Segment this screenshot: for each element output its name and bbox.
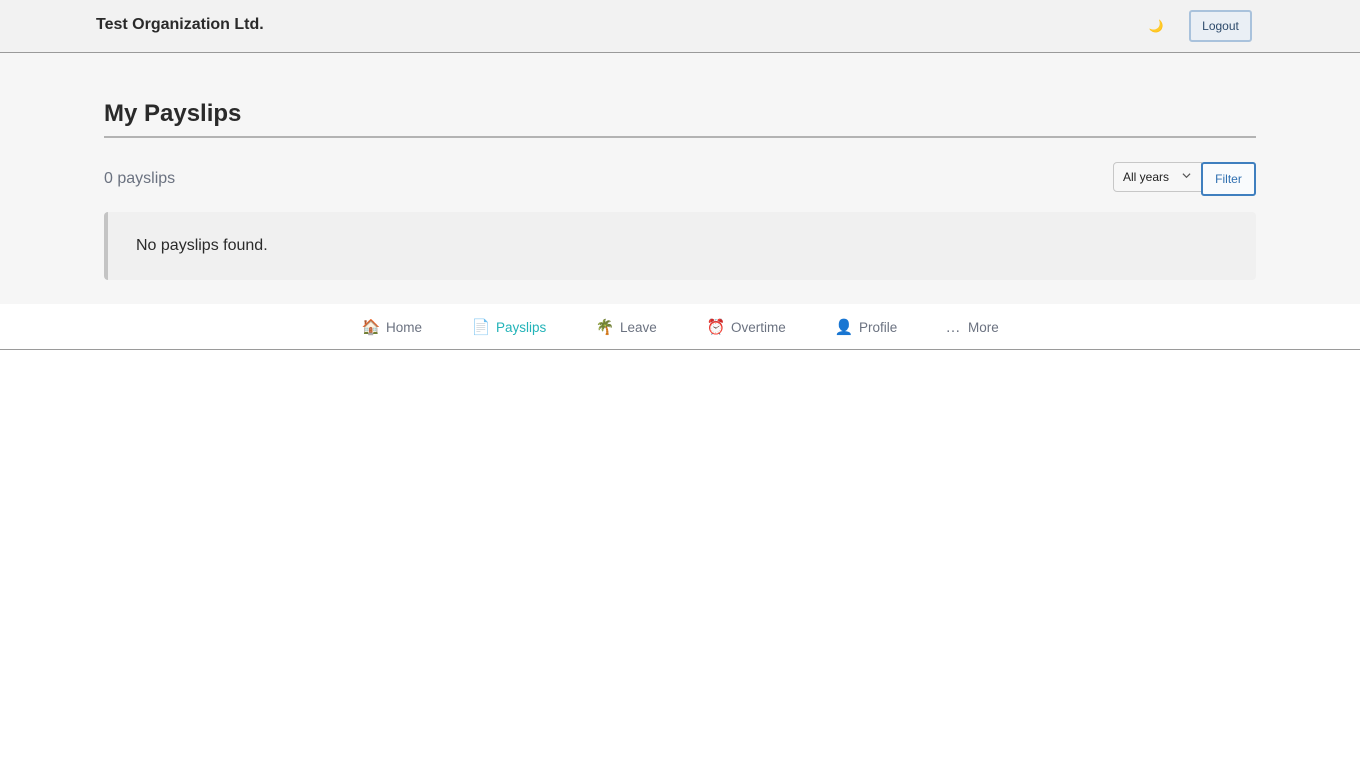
moon-icon[interactable]: 🌙 xyxy=(1146,16,1166,36)
top-bar: Test Organization Ltd. 🌙 Logout xyxy=(0,0,1360,53)
tab-payslips-label: Payslips xyxy=(496,319,547,335)
home-icon: 🏠 xyxy=(361,319,381,336)
title-divider xyxy=(104,136,1256,138)
empty-state-notice: No payslips found. xyxy=(104,212,1256,280)
filter-button[interactable]: Filter xyxy=(1201,162,1256,196)
palm-tree-icon: 🌴 xyxy=(595,319,615,336)
logout-button[interactable]: Logout xyxy=(1189,10,1252,42)
tab-leave[interactable]: 🌴 Leave xyxy=(595,316,657,338)
empty-state-message: No payslips found. xyxy=(136,237,268,254)
document-icon: 📄 xyxy=(471,319,491,336)
alarm-clock-icon: ⏰ xyxy=(706,319,726,336)
tab-profile[interactable]: 👤 Profile xyxy=(834,316,898,338)
payslip-count: 0 payslips xyxy=(104,170,176,187)
tab-more[interactable]: … More xyxy=(943,316,999,338)
organization-name: Test Organization Ltd. xyxy=(96,16,264,33)
bottom-navigation: 🏠 Home 📄 Payslips 🌴 Leave ⏰ Overtime 👤 P… xyxy=(0,304,1360,350)
year-select[interactable]: All years xyxy=(1113,162,1202,192)
tab-overtime-label: Overtime xyxy=(731,319,786,335)
page-title: My Payslips xyxy=(104,100,242,127)
tab-more-label: More xyxy=(968,319,999,335)
main-content: My Payslips 0 payslips All years Filter … xyxy=(0,53,1360,304)
tab-overtime[interactable]: ⏰ Overtime xyxy=(706,316,786,338)
tab-profile-label: Profile xyxy=(859,319,898,335)
tab-home[interactable]: 🏠 Home xyxy=(361,316,422,338)
tab-payslips[interactable]: 📄 Payslips xyxy=(471,316,547,338)
year-select-value: All years xyxy=(1123,170,1170,184)
tab-home-label: Home xyxy=(386,319,423,335)
person-icon: 👤 xyxy=(834,319,854,336)
tab-leave-label: Leave xyxy=(620,319,657,335)
chevron-down-icon xyxy=(1182,173,1191,179)
ellipsis-icon: … xyxy=(945,318,961,336)
